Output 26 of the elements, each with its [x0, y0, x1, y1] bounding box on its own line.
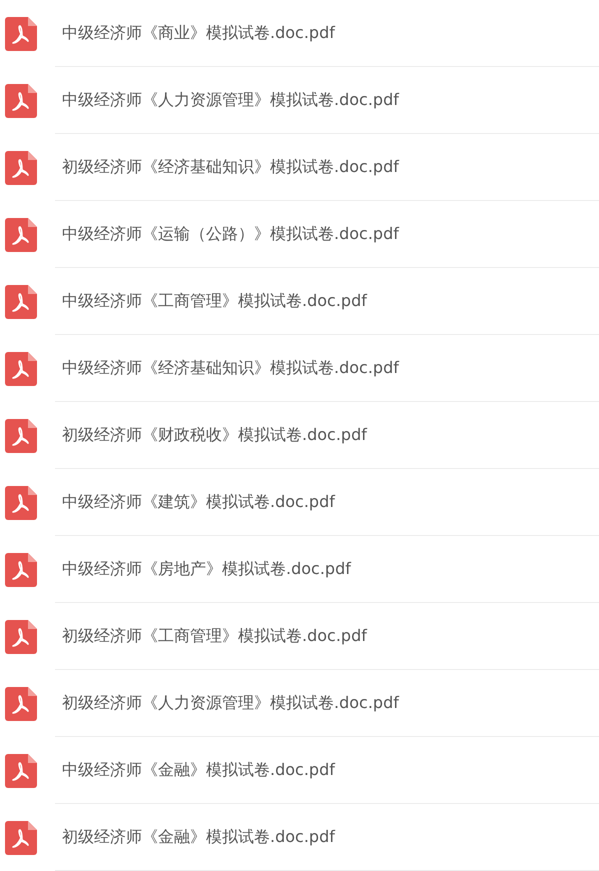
file-icon	[5, 84, 37, 118]
file-name[interactable]: 初级经济师《人力资源管理》模拟试卷.doc.pdf	[62, 693, 399, 714]
file-icon	[5, 754, 37, 788]
file-icon	[5, 486, 37, 520]
file-icon	[5, 284, 37, 318]
file-icon	[5, 218, 37, 252]
file-name[interactable]: 中级经济师《金融》模拟试卷.doc.pdf	[62, 760, 335, 781]
file-icon	[5, 352, 37, 386]
file-name[interactable]: 初级经济师《金融》模拟试卷.doc.pdf	[62, 827, 335, 848]
file-icon	[5, 552, 37, 586]
file-icon	[5, 418, 37, 452]
file-name[interactable]: 中级经济师《建筑》模拟试卷.doc.pdf	[62, 492, 335, 513]
file-name[interactable]: 初级经济师《经济基础知识》模拟试卷.doc.pdf	[62, 157, 399, 178]
file-name[interactable]: 中级经济师《人力资源管理》模拟试卷.doc.pdf	[62, 90, 399, 111]
file-name[interactable]: 初级经济师《工商管理》模拟试卷.doc.pdf	[62, 626, 367, 647]
file-icon	[5, 820, 37, 854]
file-name[interactable]: 中级经济师《商业》模拟试卷.doc.pdf	[62, 23, 335, 44]
file-icon	[5, 150, 37, 184]
file-name[interactable]: 初级经济师《财政税收》模拟试卷.doc.pdf	[62, 425, 367, 446]
file-icon	[5, 620, 37, 654]
file-name[interactable]: 中级经济师《经济基础知识》模拟试卷.doc.pdf	[62, 358, 399, 379]
file-name[interactable]: 中级经济师《房地产》模拟试卷.doc.pdf	[62, 559, 351, 580]
file-icon	[5, 686, 37, 720]
file-icon	[5, 16, 37, 50]
file-name[interactable]: 中级经济师《工商管理》模拟试卷.doc.pdf	[62, 291, 367, 312]
file-name[interactable]: 中级经济师《运输（公路）》模拟试卷.doc.pdf	[62, 224, 399, 245]
